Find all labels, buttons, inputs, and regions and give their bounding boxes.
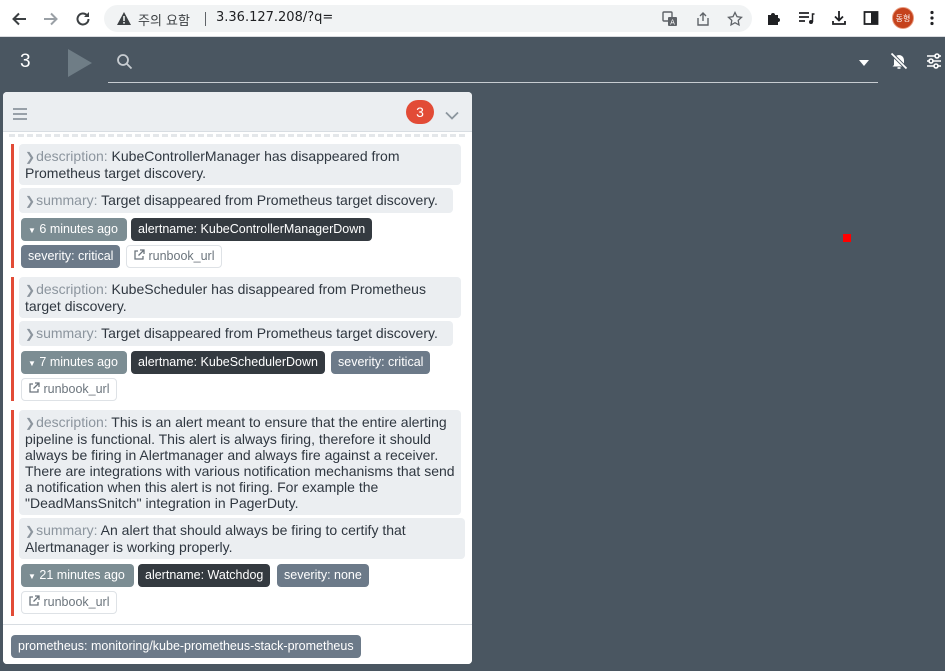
alert-age-label[interactable]: ▼ 7 minutes ago: [21, 351, 127, 374]
annotation-key: summary:: [36, 522, 98, 538]
media-queue-icon[interactable]: [796, 8, 816, 28]
side-panel-icon[interactable]: [861, 8, 881, 28]
annotation-value: Target disappeared from Prometheus targe…: [101, 192, 438, 208]
severity-label[interactable]: severity: critical: [21, 245, 121, 268]
runbook-link[interactable]: runbook_url: [21, 378, 117, 401]
back-arrow-icon[interactable]: [7, 7, 31, 31]
hamburger-menu-icon[interactable]: [13, 105, 27, 124]
chevron-right-icon: ❯: [25, 194, 36, 208]
settings-sliders-icon[interactable]: [924, 51, 944, 71]
download-icon[interactable]: [829, 8, 849, 28]
external-link-icon: [133, 249, 148, 263]
profile-avatar[interactable]: 동형: [892, 7, 914, 29]
chevron-right-icon: ❯: [25, 327, 36, 341]
annotation-key: description:: [36, 148, 108, 164]
red-marker: [843, 234, 851, 242]
forward-arrow-icon[interactable]: [39, 7, 63, 31]
address-separator: [205, 12, 206, 26]
play-icon[interactable]: [66, 47, 94, 79]
alert-group-header: 3: [3, 92, 472, 132]
caret-down-icon: ▼: [28, 226, 36, 235]
translate-icon[interactable]: A: [661, 10, 679, 28]
svg-text:A: A: [670, 19, 675, 27]
alert-item: ❯description: KubeControllerManager has …: [11, 144, 463, 268]
annotation-key: description:: [36, 281, 108, 297]
annotation-key: description:: [36, 414, 108, 430]
caret-down-icon: ▼: [28, 572, 36, 581]
chevron-right-icon: ❯: [25, 416, 36, 430]
filter-bar[interactable]: [108, 45, 878, 83]
bookmark-star-icon[interactable]: [726, 10, 744, 28]
notifications-off-icon[interactable]: [889, 51, 909, 71]
summary-annotation[interactable]: ❯summary: Target disappeared from Promet…: [19, 321, 453, 346]
group-divider: [9, 134, 465, 137]
alertname-label[interactable]: alertname: KubeControllerManagerDown: [131, 218, 373, 241]
alert-age-text: 21 minutes ago: [39, 568, 125, 582]
alert-age-label[interactable]: ▼ 6 minutes ago: [21, 218, 127, 241]
chevron-right-icon: ❯: [25, 524, 36, 538]
warning-icon[interactable]: [116, 11, 132, 30]
security-label[interactable]: 주의 요함: [138, 10, 190, 29]
annotation-key: summary:: [36, 192, 98, 208]
search-icon: [116, 53, 133, 74]
annotation-key: summary:: [36, 325, 98, 341]
caret-down-icon: ▼: [28, 359, 36, 368]
summary-annotation[interactable]: ❯summary: An alert that should always be…: [19, 518, 465, 559]
annotation-value: Target disappeared from Prometheus targe…: [101, 325, 438, 341]
group-footer: prometheus: monitoring/kube-prometheus-s…: [3, 624, 472, 664]
group-label[interactable]: prometheus: monitoring/kube-prometheus-s…: [11, 635, 361, 658]
runbook-link-text: runbook_url: [43, 382, 110, 396]
alert-item: ❯description: KubeScheduler has disappea…: [11, 277, 463, 401]
runbook-link[interactable]: runbook_url: [126, 245, 222, 268]
filter-dropdown-icon[interactable]: [854, 53, 874, 73]
alert-age-text: 6 minutes ago: [39, 222, 118, 236]
external-link-icon: [28, 382, 43, 396]
group-count-badge: 3: [406, 100, 434, 124]
browser-menu-icon[interactable]: [922, 8, 942, 28]
alertname-label[interactable]: alertname: KubeSchedulerDown: [131, 351, 325, 374]
alertname-label[interactable]: alertname: Watchdog: [138, 564, 271, 587]
alert-age-label[interactable]: ▼ 21 minutes ago: [21, 564, 134, 587]
summary-annotation[interactable]: ❯summary: Target disappeared from Promet…: [19, 188, 453, 213]
severity-label[interactable]: severity: none: [277, 564, 369, 587]
reload-icon[interactable]: [71, 7, 95, 31]
chevron-down-icon[interactable]: [445, 105, 459, 124]
severity-label[interactable]: severity: critical: [331, 351, 431, 374]
app-toolbar: 3: [0, 37, 945, 88]
browser-chrome: 주의 요함 3.36.127.208/?q= A 동형: [0, 0, 945, 37]
alert-count: 3: [20, 51, 31, 72]
share-icon[interactable]: [694, 10, 712, 28]
runbook-link[interactable]: runbook_url: [21, 591, 117, 614]
chevron-right-icon: ❯: [25, 283, 36, 297]
alert-item: ❯description: This is an alert meant to …: [11, 410, 465, 616]
extensions-puzzle-icon[interactable]: [764, 8, 784, 28]
description-annotation[interactable]: ❯description: KubeScheduler has disappea…: [19, 277, 461, 318]
alert-age-text: 7 minutes ago: [39, 355, 118, 369]
runbook-link-text: runbook_url: [148, 249, 215, 263]
filter-input[interactable]: [144, 51, 844, 75]
url-text[interactable]: 3.36.127.208/?q=: [216, 10, 333, 25]
description-annotation[interactable]: ❯description: KubeControllerManager has …: [19, 144, 461, 185]
address-bar[interactable]: 주의 요함 3.36.127.208/?q= A: [104, 5, 752, 32]
external-link-icon: [28, 595, 43, 609]
description-annotation[interactable]: ❯description: This is an alert meant to …: [19, 410, 461, 515]
chevron-right-icon: ❯: [25, 150, 36, 164]
alert-group-panel: 3 ❯description: KubeControllerManager ha…: [3, 92, 472, 664]
runbook-link-text: runbook_url: [43, 595, 110, 609]
